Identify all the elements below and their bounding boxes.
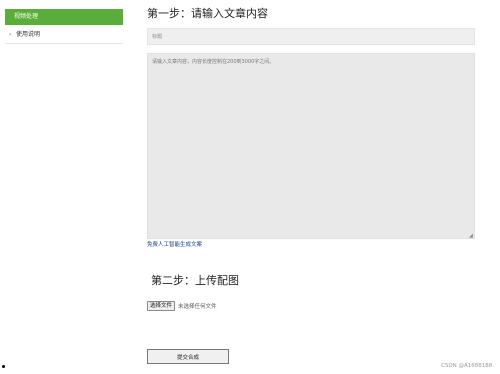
sidebar-item-label: 使用说明 [16, 31, 41, 38]
sidebar-item-instructions[interactable]: › 使用说明 [5, 26, 123, 44]
sidebar-item-video-processing[interactable]: 视频处理 [5, 9, 123, 25]
submit-button[interactable]: 提交合成 [147, 349, 229, 364]
watermark: CSDN @A1688188. [441, 363, 494, 369]
sidebar: 视频处理 › 使用说明 [0, 0, 125, 374]
step1-heading: 第一步：请输入文章内容 [147, 7, 268, 20]
content-textarea[interactable] [147, 53, 475, 239]
bullet-dot [2, 365, 5, 368]
file-status-text: 未选择任何文件 [178, 304, 217, 310]
chevron-right-icon: › [9, 31, 12, 38]
sidebar-item-label: 视频处理 [14, 13, 39, 20]
ai-generate-link[interactable]: 免费人工智能生成文案 [147, 240, 202, 248]
title-input[interactable] [147, 28, 475, 45]
step2-heading: 第二步：上传配图 [151, 274, 239, 287]
resize-grip-icon[interactable]: ◢ [469, 233, 475, 239]
choose-file-button[interactable]: 选择文件 [147, 301, 176, 311]
